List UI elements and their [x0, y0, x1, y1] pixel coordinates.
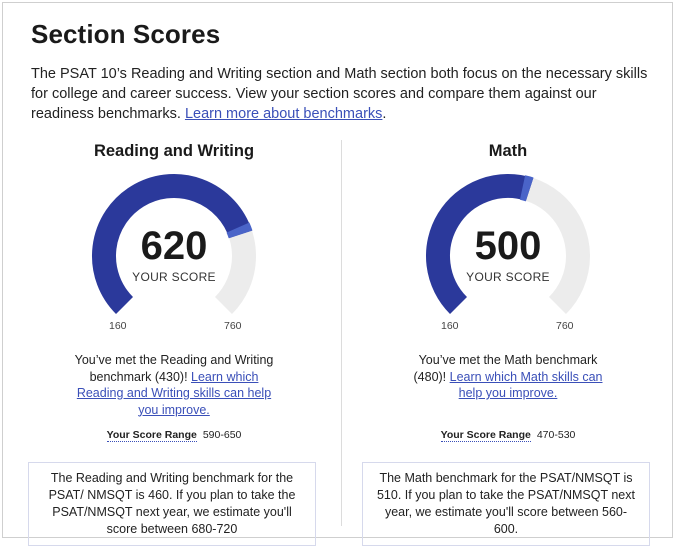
gauge-min-label: 160: [109, 320, 127, 332]
score-range: Your Score Range 470-530: [358, 429, 658, 442]
page-title: Section Scores: [31, 19, 221, 49]
score-range: Your Score Range 590-650: [24, 429, 324, 442]
score-range-value: 470-530: [536, 429, 576, 441]
score-gauge: 500 YOUR SCORE 160 760: [358, 166, 658, 346]
benchmark-message: You’ve met the Reading and Writing bench…: [74, 352, 274, 418]
benchmark-message: You’ve met the Math benchmark (480)! Lea…: [408, 352, 608, 402]
score-label: YOUR SCORE: [466, 270, 550, 284]
skills-improve-link[interactable]: Learn which Math skills can help you imp…: [450, 370, 603, 401]
section-heading: Reading and Writing: [93, 142, 255, 160]
gauge-max-label: 760: [224, 320, 242, 332]
score-range-value: 590-650: [202, 429, 242, 441]
score-value: 500: [474, 224, 542, 268]
intro-paragraph: The PSAT 10’s Reading and Writing sectio…: [31, 64, 661, 124]
score-label: YOUR SCORE: [132, 270, 216, 284]
score-range-label[interactable]: Your Score Range: [106, 429, 197, 442]
gauge-min-label: 160: [441, 320, 459, 332]
column-divider: [341, 140, 342, 526]
section-heading: Math: [488, 142, 528, 160]
benchmark-estimate-box: The Reading and Writing benchmark for th…: [28, 462, 316, 546]
learn-more-benchmarks-link[interactable]: Learn more about benchmarks: [185, 106, 382, 122]
benchmark-estimate-box: The Math benchmark for the PSAT/NMSQT is…: [362, 462, 650, 546]
gauge-max-label: 760: [556, 320, 574, 332]
gauge-score-marker: [519, 175, 534, 202]
intro-period: .: [382, 106, 387, 122]
score-gauge: 620 YOUR SCORE 160 760: [24, 166, 324, 346]
score-value: 620: [140, 224, 208, 268]
score-range-label[interactable]: Your Score Range: [440, 429, 531, 442]
